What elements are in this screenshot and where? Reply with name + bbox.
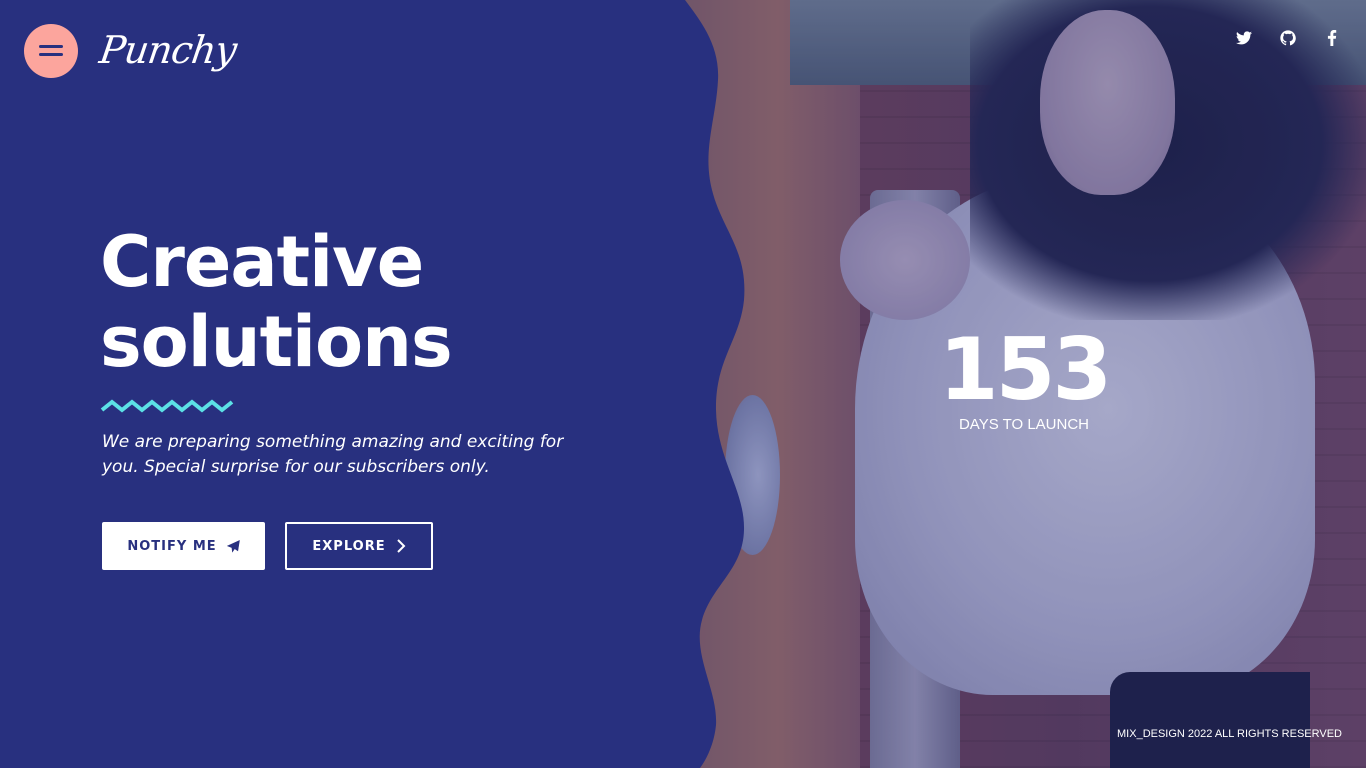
- facebook-icon[interactable]: [1320, 26, 1344, 50]
- twitter-icon[interactable]: [1232, 26, 1256, 50]
- zigzag-divider-icon: [100, 399, 234, 413]
- launch-countdown: 153 DAYS TO LAUNCH: [924, 322, 1124, 433]
- notify-me-button[interactable]: NOTIFY ME: [102, 522, 265, 570]
- menu-button[interactable]: [24, 24, 78, 78]
- days-count: 153: [938, 320, 1113, 420]
- notify-me-label: NOTIFY ME: [127, 538, 217, 554]
- hero-headline: Creative solutions: [100, 221, 453, 383]
- social-links: [1232, 26, 1344, 50]
- explore-label: EXPLORE: [312, 538, 386, 554]
- chevron-right-icon: [396, 539, 406, 553]
- brand-logo[interactable]: Punchy: [97, 28, 239, 72]
- headline-line-2: solutions: [100, 301, 453, 383]
- wave-panel: [0, 0, 745, 768]
- headline-line-1: Creative: [100, 221, 424, 303]
- explore-button[interactable]: EXPLORE: [285, 522, 433, 570]
- paper-plane-icon: [226, 539, 240, 553]
- landing-page: Punchy Creative solutions We are prepari…: [0, 0, 1366, 768]
- copyright-text: MIX_DESIGN 2022 ALL RIGHTS RESERVED: [1117, 728, 1342, 740]
- hero-subtitle: We are preparing something amazing and e…: [102, 432, 564, 477]
- hamburger-icon: [39, 45, 63, 48]
- github-icon[interactable]: [1276, 26, 1300, 50]
